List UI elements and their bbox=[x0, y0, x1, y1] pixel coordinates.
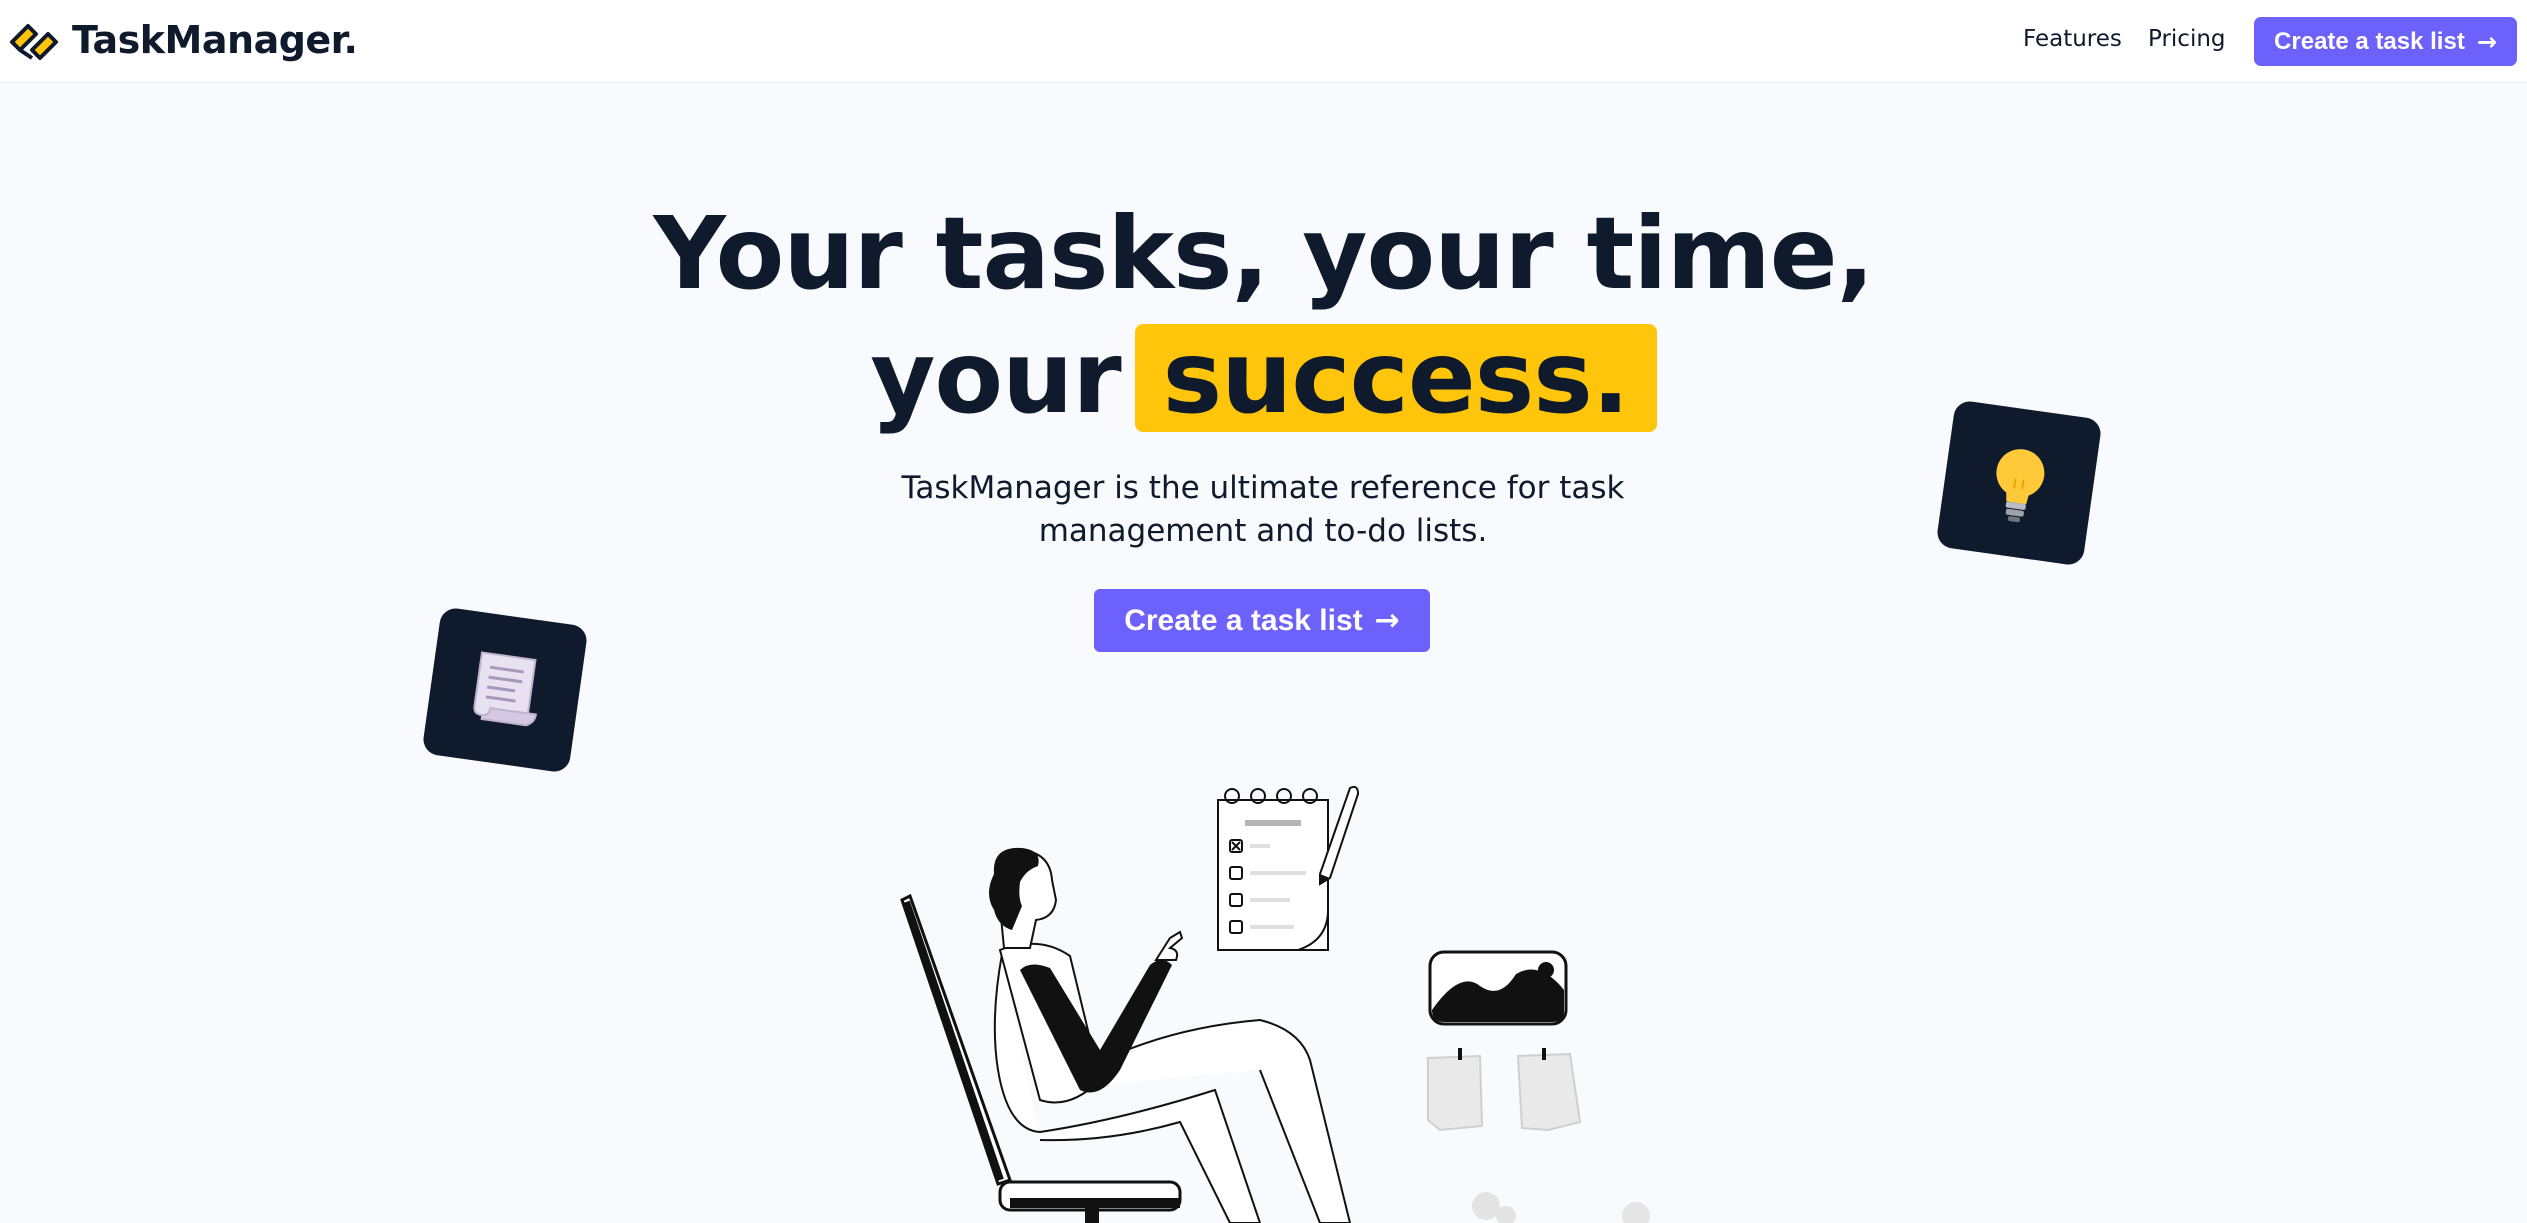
brand-name: TaskManager. bbox=[72, 18, 358, 62]
person-in-chair-illustration bbox=[900, 785, 1650, 1223]
hero-heading-line1: Your tasks, your time, bbox=[653, 195, 1874, 312]
arrow-right-icon: → bbox=[1374, 603, 1400, 638]
brand-link[interactable]: TaskManager. bbox=[8, 14, 358, 66]
hero-heading-line2: your success. bbox=[0, 320, 2527, 436]
nav-link-features[interactable]: Features bbox=[2023, 26, 2122, 52]
hero-heading-highlight: success. bbox=[1134, 324, 1657, 432]
hero-cta-label: Create a task list bbox=[1124, 603, 1363, 637]
hero-create-task-list-button[interactable]: Create a task list → bbox=[1094, 589, 1430, 652]
hero-subtitle: TaskManager is the ultimate reference fo… bbox=[901, 470, 1625, 549]
scroll-icon bbox=[473, 651, 538, 727]
lightbulb-tile bbox=[1935, 399, 2103, 567]
brand-logo-icon bbox=[10, 24, 58, 60]
hero-heading-prefix: your bbox=[870, 319, 1121, 436]
lightbulb-icon bbox=[1996, 449, 2045, 523]
navbar: TaskManager. Features Pricing Create a t… bbox=[0, 0, 2527, 83]
arrow-right-icon: → bbox=[2476, 27, 2497, 56]
nav-create-task-list-button[interactable]: Create a task list → bbox=[2254, 17, 2517, 66]
nav-cta-label: Create a task list bbox=[2274, 27, 2465, 55]
nav-link-pricing[interactable]: Pricing bbox=[2148, 26, 2226, 52]
scroll-tile bbox=[421, 606, 589, 774]
